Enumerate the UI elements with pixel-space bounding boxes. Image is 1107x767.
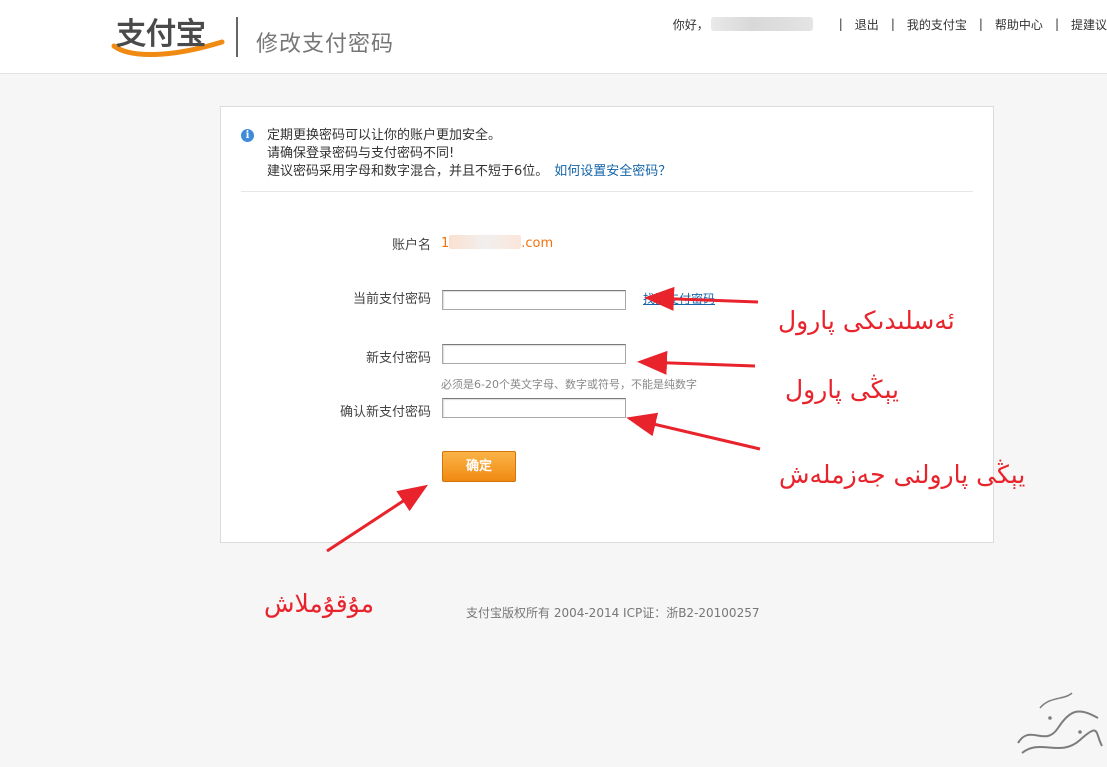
security-notice: i 定期更换密码可以让你的账户更加安全。 请确保登录密码与支付密码不同! 建议密… xyxy=(241,127,973,192)
annotation-current-password: ئەسلىدىكى پارول xyxy=(778,306,955,335)
confirm-button[interactable]: 确定 xyxy=(442,451,516,482)
new-password-input[interactable] xyxy=(442,344,626,364)
greeting-text: 你好， xyxy=(672,17,709,32)
svg-text:支付宝: 支付宝 xyxy=(116,17,206,52)
alipay-logo[interactable]: 支付宝 xyxy=(110,14,230,58)
annotation-confirm-password: يېڭى پارولنى جەزملەش xyxy=(779,460,1026,489)
masked-username xyxy=(710,17,813,31)
my-alipay-link[interactable]: 我的支付宝 xyxy=(907,16,967,33)
account-mask xyxy=(449,235,522,249)
account-value: 1 .com xyxy=(441,235,554,251)
current-password-input[interactable] xyxy=(442,290,626,310)
top-header: 支付宝 修改支付密码 你好， | 退出 | 我的支付宝 | 帮助中心 | 提建议 xyxy=(0,0,1107,74)
find-password-link[interactable]: 找回支付密码 xyxy=(643,290,715,307)
secure-password-help-link[interactable]: 如何设置安全密码？ xyxy=(554,164,671,179)
new-password-hint: 必须是6-20个英文字母、数字或符号，不能是纯数字 xyxy=(441,378,697,391)
notice-line-1: 定期更换密码可以让你的账户更加安全。 xyxy=(267,128,502,143)
page-title: 修改支付密码 xyxy=(256,32,395,57)
confirm-password-label: 确认新支付密码 xyxy=(339,405,431,420)
info-icon: i xyxy=(241,129,254,142)
top-nav: 你好， | 退出 | 我的支付宝 | 帮助中心 | 提建议 xyxy=(672,16,1107,33)
help-center-link[interactable]: 帮助中心 xyxy=(995,16,1043,33)
notice-line-2: 请确保登录密码与支付密码不同! xyxy=(267,146,455,161)
annotation-new-password: يېڭى پارول xyxy=(785,375,899,404)
calligraphy-watermark xyxy=(1017,692,1103,754)
notice-line-3: 建议密码采用字母和数字混合，并且不短于6位。 如何设置安全密码？ xyxy=(267,164,672,179)
logout-link[interactable]: 退出 xyxy=(855,16,879,33)
feedback-link[interactable]: 提建议 xyxy=(1071,16,1107,33)
logo-divider xyxy=(236,17,238,57)
new-password-label: 新支付密码 xyxy=(365,351,431,366)
annotation-submit: مۇقۇملاش xyxy=(264,589,374,618)
account-label: 账户名 xyxy=(391,238,431,253)
current-password-label: 当前支付密码 xyxy=(352,292,431,307)
footer-copyright: 支付宝版权所有 2004-2014 ICP证：浙B2-20100257 xyxy=(466,606,760,620)
confirm-password-input[interactable] xyxy=(442,398,626,418)
